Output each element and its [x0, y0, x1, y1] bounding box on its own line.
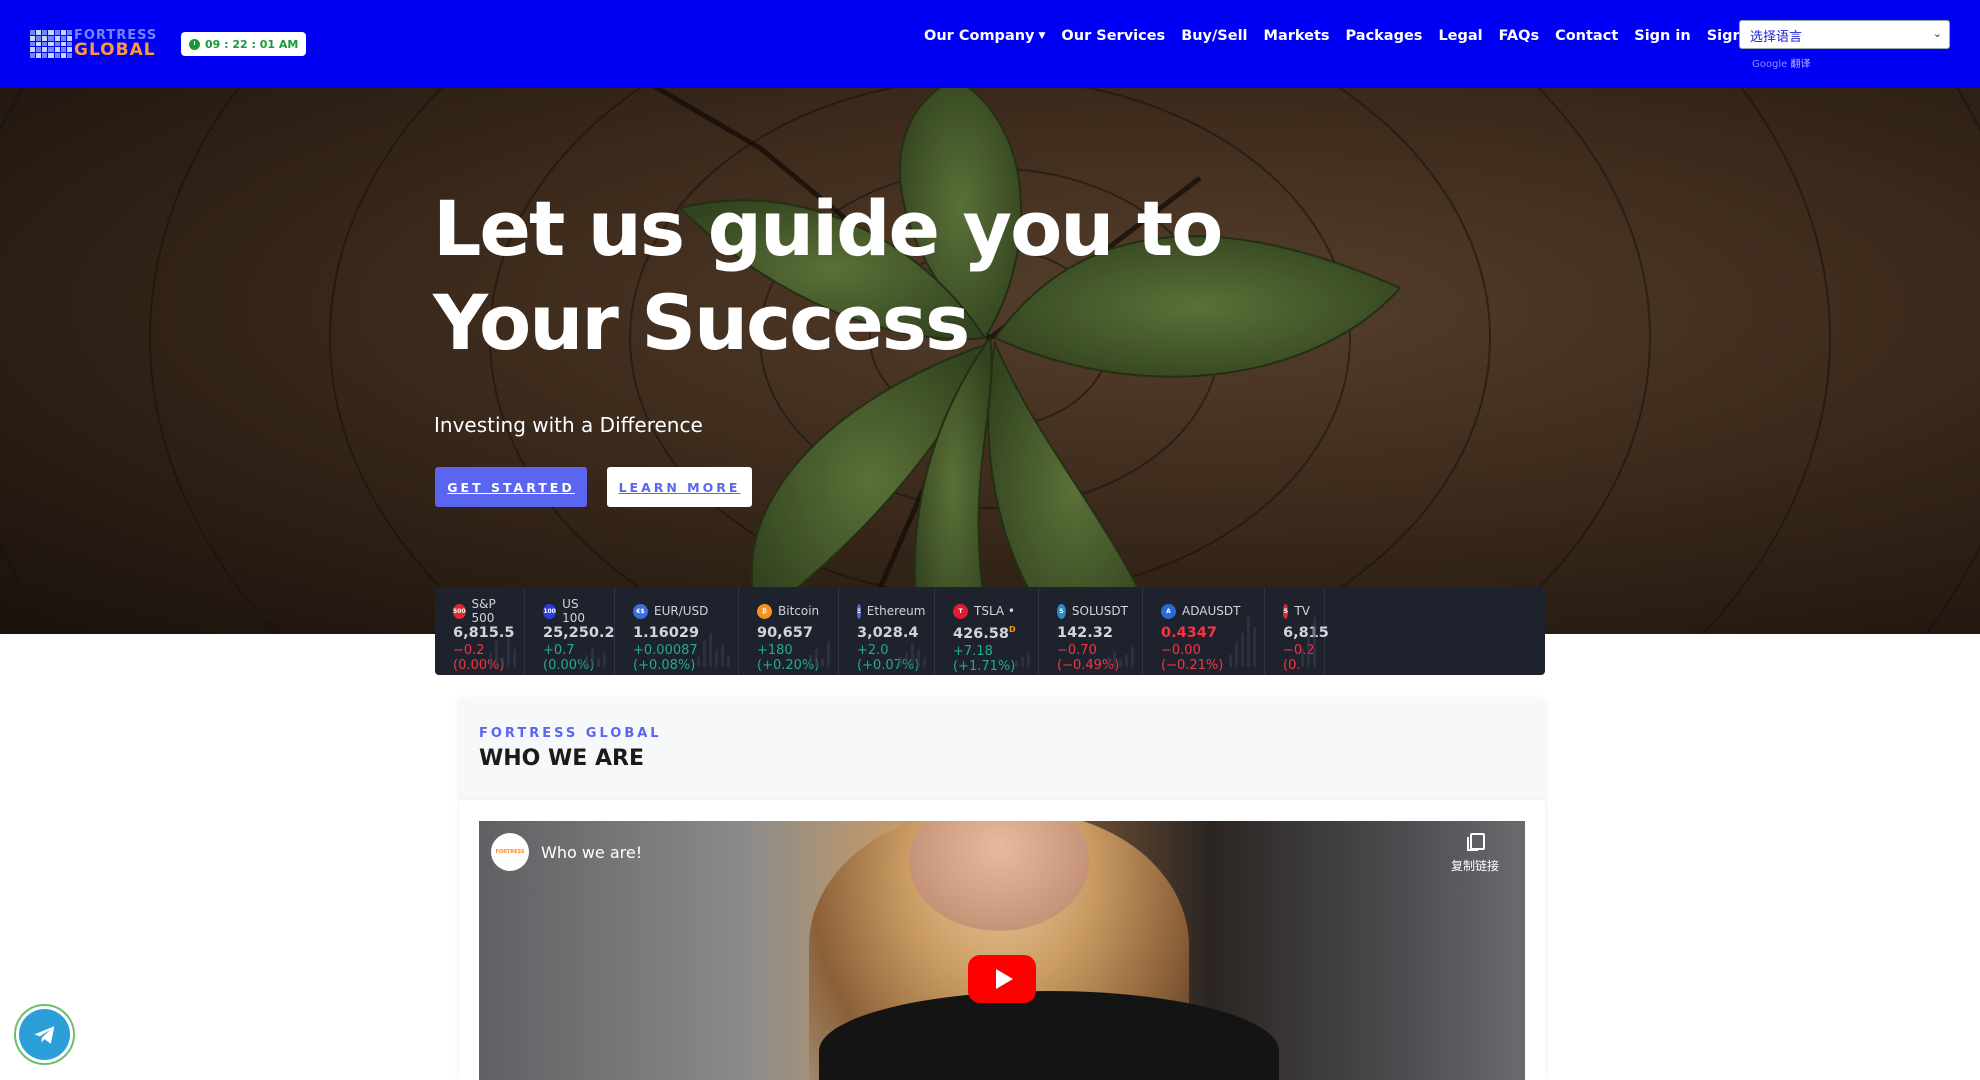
hero-subtitle: Investing with a Difference [434, 413, 703, 437]
asset-icon: ₿ [757, 603, 772, 619]
chevron-down-icon: ⌄ [1932, 27, 1942, 40]
ticker-name: ADAUSDT [1182, 604, 1241, 618]
ticker-symbol: €$ EUR/USD [633, 603, 724, 619]
ticker-name: TV [1294, 604, 1310, 618]
asset-icon: T [953, 603, 968, 619]
nav-markets[interactable]: Markets [1264, 28, 1330, 44]
ticker-item[interactable]: 5 TV 6,815 −0.2 (0. [1265, 587, 1329, 675]
asset-icon: A [1161, 603, 1176, 619]
google-translate-credit[interactable]: Google 翻译 [1752, 55, 1810, 70]
ticker-symbol: ₿ Bitcoin [757, 603, 824, 619]
ticker-name: TSLA • [974, 604, 1016, 618]
ticker-item[interactable]: T TSLA • 426.58D +7.18 (+1.71%) [935, 587, 1039, 675]
copy-link-button[interactable]: 复制链接 [1445, 833, 1505, 874]
ticker-item[interactable]: ₿ Bitcoin 90,657 +180 (+0.20%) [739, 587, 839, 675]
nav-our-services[interactable]: Our Services [1061, 28, 1165, 44]
brand-logo[interactable]: FORTRESS GLOBAL [30, 28, 165, 60]
sparkline-bars [809, 641, 830, 667]
ticker-price: 142.32 [1057, 625, 1113, 641]
telegram-chat-button[interactable] [14, 1004, 75, 1065]
google-label: Google [1752, 59, 1788, 70]
ticker-name: EUR/USD [654, 604, 709, 618]
clock-icon [189, 38, 200, 50]
ticker-item[interactable]: 500 S&P 500 6,815.5 −0.2 (0.00%) [435, 587, 525, 675]
sparkline-bars [899, 643, 926, 667]
language-select[interactable]: 选择语言 ⌄ [1739, 20, 1950, 49]
ticker-price: 426.58D [953, 625, 1016, 642]
clock-time: 09 : 22 : 01 AM [205, 37, 299, 51]
sparkline-bars [1015, 653, 1030, 667]
ticker-name: US 100 [562, 597, 586, 625]
ticker-symbol: S SOLUSDT [1057, 603, 1128, 619]
asset-icon: €$ [633, 603, 648, 619]
language-selected: 选择语言 [1750, 30, 1803, 45]
sparkline-bars [1301, 617, 1316, 667]
ticker-item[interactable]: €$ EUR/USD 1.16029 +0.00087 (+0.08%) [615, 587, 739, 675]
youtube-video-embed[interactable]: FORTRESS Who we are! 复制链接 [479, 821, 1525, 1080]
ticker-name: Ethereum [866, 604, 926, 618]
nav-buy-sell[interactable]: Buy/Sell [1181, 28, 1247, 44]
who-we-are-header: FORTRESS GLOBAL WHO WE ARE [459, 698, 1545, 800]
top-navbar: FORTRESS GLOBAL 09 : 22 : 01 AM Our Comp… [0, 0, 1980, 88]
ticker-price: 25,250.2 [543, 625, 615, 641]
sparkline-bars [1107, 647, 1134, 667]
channel-avatar[interactable]: FORTRESS [491, 833, 529, 871]
sparkline-bars [489, 637, 516, 667]
main-nav: Our Company ▼ Our Services Buy/Sell Marke… [924, 25, 1769, 47]
nav-our-company[interactable]: Our Company ▼ [924, 28, 1045, 44]
telegram-icon [19, 1009, 70, 1060]
ticker-item[interactable]: A ADAUSDT 0.4347 −0.00 (−0.21%) [1143, 587, 1265, 675]
logo-text: FORTRESS GLOBAL [74, 29, 157, 59]
ticker-name: S&P 500 [471, 597, 496, 625]
asset-icon: 5 [1283, 603, 1289, 619]
nav-contact[interactable]: Contact [1555, 28, 1618, 44]
chevron-down-icon: ▼ [1038, 31, 1046, 41]
learn-more-button[interactable]: LEARN MORE [607, 467, 752, 507]
hero-title: Let us guide you to Your Success [433, 184, 1223, 367]
section-title: WHO WE ARE [479, 746, 644, 771]
hero-section: Let us guide you to Your Success Investi… [0, 88, 1980, 634]
translate-label: 翻译 [1790, 59, 1811, 70]
logo-grid-icon [30, 30, 72, 58]
ticker-item[interactable]: Ξ Ethereum 3,028.4 +2.0 (+0.07%) [839, 587, 935, 675]
nav-faqs[interactable]: FAQs [1499, 28, 1539, 44]
ticker-item[interactable]: S SOLUSDT 142.32 −0.70 (−0.49%) [1039, 587, 1143, 675]
ticker-symbol: Ξ Ethereum [857, 603, 925, 619]
play-button[interactable] [968, 955, 1036, 1003]
asset-icon: S [1057, 603, 1066, 619]
video-title[interactable]: Who we are! [541, 843, 642, 862]
ticker-name: SOLUSDT [1071, 604, 1128, 618]
ticker-symbol: T TSLA • [953, 603, 1024, 619]
ticker-symbol: 100 US 100 [543, 597, 600, 625]
copy-icon [1467, 833, 1485, 851]
clock-badge: 09 : 22 : 01 AM [181, 32, 307, 56]
sparkline-bars [1229, 617, 1256, 667]
copy-link-label: 复制链接 [1450, 859, 1499, 873]
section-kicker: FORTRESS GLOBAL [479, 726, 662, 741]
nav-legal[interactable]: Legal [1438, 28, 1482, 44]
market-ticker-tape[interactable]: 500 S&P 500 6,815.5 −0.2 (0.00%) 100 US 100 25… [435, 587, 1545, 675]
ticker-change: +7.18 (+1.71%) [953, 644, 1016, 674]
ticker-item[interactable]: 100 US 100 25,250.2 +0.7 (0.00%) [525, 587, 615, 675]
sparkline-bars [579, 647, 606, 667]
ticker-price: 90,657 [757, 625, 813, 641]
nav-sign-in[interactable]: Sign in [1634, 28, 1690, 44]
asset-icon: Ξ [857, 603, 861, 619]
asset-icon: 100 [543, 603, 557, 619]
asset-icon: 500 [453, 603, 466, 619]
logo-line2: GLOBAL [74, 40, 156, 60]
sparkline-bars [697, 633, 730, 667]
ticker-name: Bitcoin [778, 604, 820, 618]
ticker-price: 3,028.4 [857, 625, 919, 641]
ticker-symbol: 500 S&P 500 [453, 597, 510, 625]
nav-packages[interactable]: Packages [1346, 28, 1423, 44]
get-started-button[interactable]: GET STARTED [435, 467, 587, 507]
